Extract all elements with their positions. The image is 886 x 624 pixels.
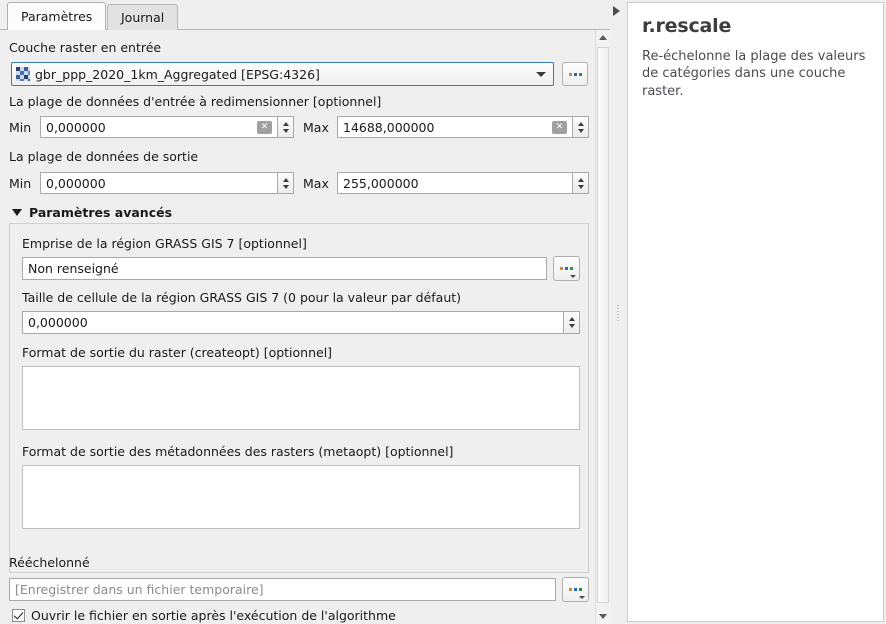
spinner-down-icon[interactable] <box>577 184 584 189</box>
open-output-checkbox-row[interactable]: Ouvrir le fichier en sortie après l'exéc… <box>12 608 396 623</box>
cell-size-spinner[interactable] <box>564 311 580 334</box>
metaopt-label: Format de sortie des métadonnées des ras… <box>22 444 454 459</box>
input-range-max-value: 14688,000000 <box>343 119 435 135</box>
input-layer-combo[interactable]: gbr_ppp_2020_1km_Aggregated [EPSG:4326] <box>11 62 554 86</box>
input-range-min-value: 0,000000 <box>46 119 106 135</box>
spinner-up-icon[interactable] <box>577 177 584 182</box>
output-label: Rééchelonné <box>9 555 90 570</box>
output-range-label: La plage de données de sortie <box>9 149 199 164</box>
output-range-min-value: 0,000000 <box>46 175 106 191</box>
tab-parametres-label: Paramètres <box>21 9 93 24</box>
algorithm-title: r.rescale <box>642 15 732 37</box>
output-range-max-value: 255,000000 <box>343 175 419 191</box>
cell-size-label: Taille de cellule de la région GRASS GIS… <box>22 290 462 305</box>
algorithm-help-panel: r.rescale Re-échelonne la plage des vale… <box>627 2 884 622</box>
raster-layer-icon <box>16 67 30 81</box>
ellipsis-icon <box>568 72 582 76</box>
metaopt-value <box>23 466 579 472</box>
cell-size-field[interactable]: 0,000000 <box>22 311 564 334</box>
tab-journal-label: Journal <box>121 10 165 25</box>
cell-size-value: 0,000000 <box>28 315 88 330</box>
input-layer-label: Couche raster en entrée <box>9 40 162 55</box>
output-file-browse-button[interactable] <box>562 577 589 602</box>
scroll-up-button[interactable] <box>596 30 610 45</box>
clear-icon[interactable]: ✕ <box>257 120 272 134</box>
createopt-value <box>23 367 579 373</box>
advanced-parameters-group: Emprise de la région GRASS GIS 7 [option… <box>9 223 589 573</box>
input-range-min-label: Min <box>9 120 32 135</box>
output-range-max-spinner[interactable] <box>573 172 589 194</box>
panel-splitter[interactable] <box>610 0 627 624</box>
output-file-placeholder: [Enregistrer dans un fichier temporaire] <box>15 582 264 597</box>
scroll-down-button[interactable] <box>596 609 610 624</box>
splitter-grip[interactable] <box>617 305 619 321</box>
tab-parametres[interactable]: Paramètres <box>7 2 107 30</box>
input-range-min-spinner[interactable] <box>278 116 294 138</box>
processing-algorithm-dialog: Paramètres Journal Couche raster en entr… <box>0 0 886 624</box>
createopt-textarea[interactable] <box>22 366 580 430</box>
tab-bar: Paramètres Journal <box>0 0 610 30</box>
algorithm-description: Re-échelonne la plage des valeurs de cat… <box>642 49 866 99</box>
spinner-up-icon[interactable] <box>282 121 289 126</box>
chevron-down-icon <box>579 596 585 599</box>
advanced-parameters-title: Paramètres avancés <box>29 205 173 220</box>
spinner-up-icon[interactable] <box>282 177 289 182</box>
ellipsis-icon <box>569 588 582 591</box>
advanced-parameters-toggle[interactable]: Paramètres avancés <box>12 205 172 220</box>
region-extent-value: Non renseigné <box>28 261 119 276</box>
output-range-min-label: Min <box>9 176 32 191</box>
input-range-max-label: Max <box>303 120 329 135</box>
open-output-label: Ouvrir le fichier en sortie après l'exéc… <box>31 608 396 623</box>
input-layer-value: gbr_ppp_2020_1km_Aggregated [EPSG:4326] <box>35 66 320 82</box>
metaopt-textarea[interactable] <box>22 465 580 529</box>
input-range-min-field[interactable]: 0,000000 ✕ <box>40 116 278 138</box>
parameters-panel: Paramètres Journal Couche raster en entr… <box>0 0 610 624</box>
parameters-scroll-area[interactable]: Couche raster en entrée gbr_ppp_2020_1km… <box>0 30 594 624</box>
spinner-down-icon[interactable] <box>282 128 289 133</box>
spinner-up-icon[interactable] <box>577 121 584 126</box>
open-output-checkbox[interactable] <box>12 609 25 622</box>
input-layer-browse-button[interactable] <box>562 62 588 86</box>
splitter-collapse-icon[interactable] <box>613 6 620 16</box>
scroll-down-icon <box>599 614 607 619</box>
scroll-up-icon <box>599 35 607 40</box>
createopt-label: Format de sortie du raster (createopt) [… <box>22 345 333 360</box>
chevron-down-icon <box>570 275 576 278</box>
triangle-down-icon[interactable] <box>12 209 22 216</box>
input-range-max-spinner[interactable] <box>573 116 589 138</box>
parameters-vertical-scrollbar[interactable] <box>595 30 610 624</box>
region-extent-label: Emprise de la région GRASS GIS 7 [option… <box>22 236 307 251</box>
clear-icon[interactable]: ✕ <box>552 120 567 134</box>
spinner-down-icon[interactable] <box>568 324 575 328</box>
spinner-down-icon[interactable] <box>577 128 584 133</box>
output-range-max-field[interactable]: 255,000000 <box>337 172 573 194</box>
region-extent-browse-button[interactable] <box>553 256 580 281</box>
output-range-min-spinner[interactable] <box>278 172 294 194</box>
output-range-min-field[interactable]: 0,000000 <box>40 172 278 194</box>
spinner-up-icon[interactable] <box>568 317 575 321</box>
region-extent-field[interactable]: Non renseigné <box>22 257 547 280</box>
spinner-down-icon[interactable] <box>282 184 289 189</box>
input-range-label: La plage de données d'entrée à redimensi… <box>9 94 382 109</box>
input-range-max-field[interactable]: 14688,000000 ✕ <box>337 116 573 138</box>
ellipsis-icon <box>560 267 573 270</box>
output-range-max-label: Max <box>303 176 329 191</box>
scrollbar-thumb[interactable] <box>597 47 609 603</box>
tab-journal[interactable]: Journal <box>107 4 179 30</box>
chevron-down-icon[interactable] <box>536 71 546 77</box>
output-file-field[interactable]: [Enregistrer dans un fichier temporaire] <box>9 578 556 601</box>
